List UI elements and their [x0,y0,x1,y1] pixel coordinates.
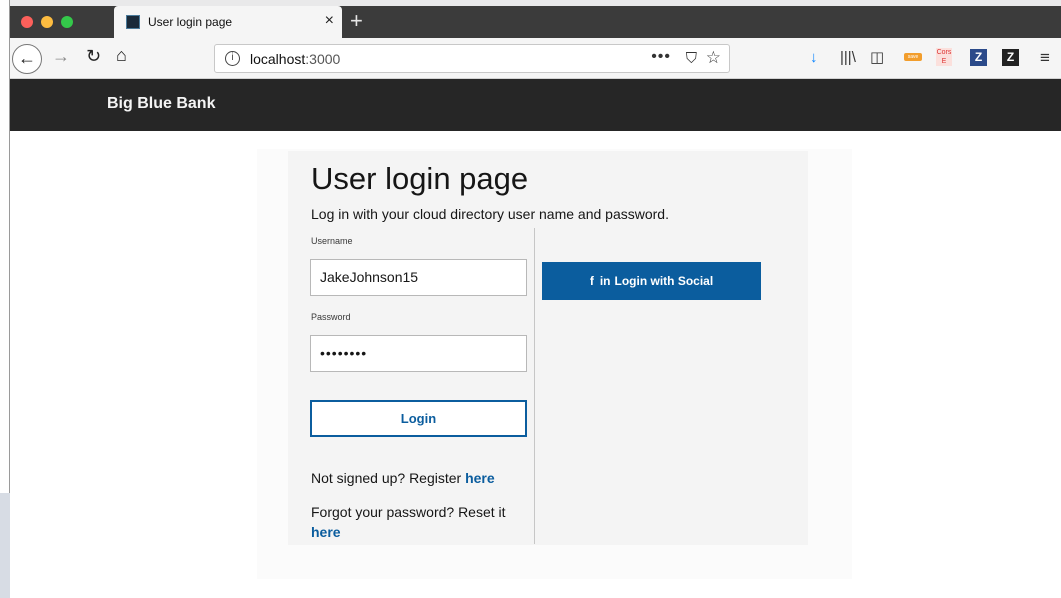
url-text[interactable]: localhost:3000 [250,51,340,67]
social-login-label: Login with Social [614,274,714,288]
password-input[interactable]: •••••••• [310,335,527,372]
download-icon[interactable]: ↓ [810,49,818,67]
page-subtitle: Log in with your cloud directory user na… [311,206,669,222]
url-host: localhost [250,51,306,67]
reset-link[interactable]: here [311,524,341,540]
page-content: Big Blue Bank User login page Log in wit… [10,79,1061,598]
forgot-line: Forgot your password? Reset it here [311,502,521,542]
login-button[interactable]: Login [310,400,527,437]
extension-badge-icon[interactable]: save [904,53,922,61]
zoom-window-button[interactable] [61,16,73,28]
masthead: Big Blue Bank [10,79,1061,131]
minimize-window-button[interactable] [41,16,53,28]
facebook-icon: f [589,274,594,288]
close-tab-icon[interactable]: × [325,12,334,30]
column-divider [534,228,535,544]
url-bar[interactable]: i localhost:3000 ••• ⛉ ☆ [214,44,730,73]
page-actions-icon[interactable]: ••• [651,48,671,66]
browser-window: User login page × + ← → ↻ ⌂ i localhost:… [10,6,1061,598]
tab-user-login[interactable]: User login page × [114,6,342,38]
library-icon[interactable]: |||\ [840,49,856,67]
left-page-strip [0,0,10,598]
register-text: Not signed up? Register [311,470,466,486]
page-title: User login page [311,161,529,196]
pocket-icon[interactable]: ⛉ [686,50,697,67]
password-label: Password [311,312,351,322]
z-dark-extension-icon[interactable]: Z [1002,49,1019,66]
hamburger-menu-icon[interactable]: ≡ [1040,49,1050,67]
left-strip-shade [0,493,10,598]
forgot-text: Forgot your password? Reset it [311,504,506,520]
url-port: :3000 [305,51,341,67]
back-button[interactable]: ← [12,44,42,74]
register-link[interactable]: here [465,470,495,486]
z-extension-icon[interactable]: Z [970,49,987,66]
tab-strip: User login page × + [10,6,1061,38]
login-card: User login page Log in with your cloud d… [288,151,808,545]
reload-button[interactable]: ↻ [86,46,101,67]
favicon-icon [126,15,140,29]
cors-extension-icon[interactable]: Cors E [936,48,952,66]
username-label: Username [311,236,353,246]
linkedin-icon: in [599,274,611,288]
new-tab-button[interactable]: + [350,8,363,34]
navigation-bar: ← → ↻ ⌂ i localhost:3000 ••• ⛉ ☆ ↓ |||\ … [10,38,1061,79]
site-info-icon[interactable]: i [225,51,240,66]
brand-name[interactable]: Big Blue Bank [107,95,215,113]
username-input[interactable]: JakeJohnson15 [310,259,527,296]
home-button[interactable]: ⌂ [116,45,127,66]
bookmark-star-icon[interactable]: ☆ [706,48,721,68]
tab-title: User login page [148,15,233,29]
register-line: Not signed up? Register here [311,470,495,486]
forward-button[interactable]: → [52,46,70,67]
social-login-button[interactable]: f in Login with Social [542,262,761,300]
sidebar-icon[interactable]: ◫ [870,49,884,67]
close-window-button[interactable] [21,16,33,28]
